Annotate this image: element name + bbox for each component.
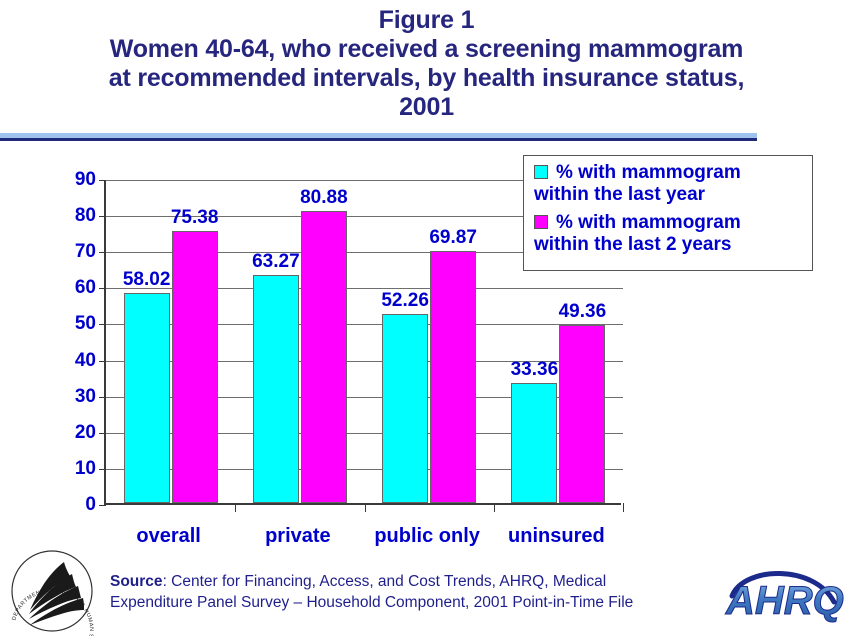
x-axis-tick bbox=[623, 503, 624, 512]
y-axis-tick-label: 50 bbox=[74, 313, 96, 335]
bar-private-series2 bbox=[300, 210, 347, 503]
x-axis-category-label: overall bbox=[136, 525, 201, 547]
x-axis-category-label: public only bbox=[374, 525, 480, 547]
y-axis-tick bbox=[99, 180, 106, 181]
title-line-3: at recommended intervals, by health insu… bbox=[108, 64, 745, 92]
y-axis-tick-label: 90 bbox=[74, 169, 96, 190]
hhs-seal-icon: DEPARTMENT OF HEALTH & HUMAN SERVICES bbox=[6, 546, 98, 640]
ahrq-logo-icon: AHRQ bbox=[722, 562, 847, 626]
y-axis-tick-label: 40 bbox=[74, 349, 96, 371]
bar-overall-series2 bbox=[171, 230, 218, 503]
title-line-4: 2001 bbox=[399, 93, 454, 121]
source-note: Source: Center for Financing, Access, an… bbox=[110, 571, 710, 613]
x-axis-tick bbox=[235, 503, 237, 512]
y-axis-tick bbox=[99, 288, 106, 290]
svg-text:AHRQ: AHRQ bbox=[725, 579, 844, 623]
y-axis-labels: 0 10 20 30 40 50 60 70 80 90 bbox=[52, 170, 96, 514]
bar-uninsured-series1 bbox=[511, 382, 558, 503]
x-axis-category-label: uninsured bbox=[508, 525, 605, 547]
legend-label-series1: % with mammogram within the last year bbox=[534, 162, 804, 206]
y-axis-tick-label: 30 bbox=[74, 385, 96, 407]
page-title: Figure 1 Women 40-64, who received a scr… bbox=[0, 6, 853, 122]
bar-uninsured-series2 bbox=[559, 324, 606, 503]
y-axis-tick-label: 70 bbox=[74, 241, 96, 263]
bar-overall-series1 bbox=[123, 293, 170, 503]
x-axis-tick bbox=[364, 503, 366, 512]
data-label: 75.38 bbox=[170, 206, 219, 228]
y-axis-tick bbox=[99, 216, 106, 218]
title-line-1: Figure 1 bbox=[378, 6, 475, 34]
source-line-1: : Center for Financing, Access, and Cost… bbox=[162, 573, 607, 590]
chart-legend: % with mammogram within the last year % … bbox=[523, 155, 813, 271]
bar-public-only-series1 bbox=[382, 314, 429, 503]
y-axis-tick-label: 20 bbox=[74, 421, 96, 443]
y-axis-tick-label: 0 bbox=[85, 494, 96, 515]
y-axis-tick bbox=[99, 252, 106, 254]
legend-label-series2: % with mammogram within the last 2 years bbox=[534, 212, 804, 256]
legend-swatch-icon-series2 bbox=[534, 215, 548, 229]
source-line-2: Expenditure Panel Survey – Household Com… bbox=[110, 594, 634, 611]
legend-item-series1: % with mammogram within the last year bbox=[534, 162, 804, 206]
data-label: 69.87 bbox=[429, 226, 477, 248]
y-axis-tick bbox=[99, 468, 106, 470]
y-axis-tick-label: 80 bbox=[74, 205, 96, 227]
legend-label-series1-line2: within the last year bbox=[534, 184, 706, 205]
y-axis-tick bbox=[99, 432, 106, 434]
y-axis-tick-label: 10 bbox=[74, 457, 96, 479]
x-axis-tick bbox=[493, 503, 495, 512]
data-label: 49.36 bbox=[558, 300, 607, 322]
x-axis-category-label: private bbox=[265, 525, 331, 547]
bar-private-series1 bbox=[252, 274, 299, 503]
y-axis-tick bbox=[99, 505, 106, 506]
y-axis-tick-label: 60 bbox=[74, 277, 96, 299]
legend-label-series1-line1: % with mammogram bbox=[556, 162, 741, 183]
y-axis-tick bbox=[99, 360, 106, 362]
title-line-2: Women 40-64, who received a screening ma… bbox=[109, 35, 744, 63]
data-label: 80.88 bbox=[300, 186, 348, 208]
x-axis-labels: overall private public only uninsured bbox=[104, 524, 621, 550]
divider-rule bbox=[0, 138, 757, 141]
legend-swatch-icon-series1 bbox=[534, 165, 548, 179]
y-axis-tick bbox=[99, 396, 106, 398]
chart-page: Figure 1 Women 40-64, who received a scr… bbox=[0, 0, 853, 640]
legend-item-series2: % with mammogram within the last 2 years bbox=[534, 212, 804, 256]
title-divider bbox=[0, 133, 757, 141]
y-axis-tick bbox=[99, 324, 106, 326]
source-label: Source bbox=[110, 573, 163, 590]
legend-label-series2-line1: % with mammogram bbox=[556, 212, 741, 233]
bar-public-only-series2 bbox=[430, 250, 477, 503]
legend-label-series2-line2: within the last 2 years bbox=[534, 234, 732, 255]
